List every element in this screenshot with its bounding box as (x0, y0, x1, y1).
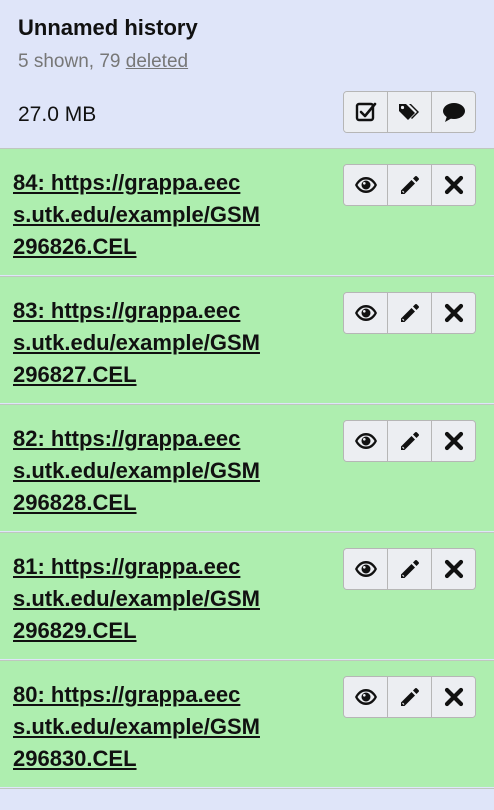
pencil-icon (400, 176, 419, 194)
deleted-link[interactable]: deleted (126, 51, 188, 72)
eye-icon (354, 433, 377, 449)
edit-attributes-button[interactable] (387, 549, 431, 589)
dataset-title-line-1: 83: https://grappa.eec (13, 298, 241, 323)
dataset-title-line-1: 80: https://grappa.eec (13, 682, 241, 707)
edit-attributes-button[interactable] (387, 677, 431, 717)
dataset-title-line-2: s.utk.edu/example/GSM (13, 330, 260, 355)
dataset-title-line-3: 296830.CEL (13, 746, 137, 771)
history-header: Unnamed history 5 shown, 79 deleted 27.0… (0, 0, 494, 148)
delete-icon (444, 175, 463, 195)
pencil-icon (400, 560, 419, 578)
edit-annotation-button[interactable] (431, 92, 475, 132)
dataset-title[interactable]: 81: https://grappa.eec s.utk.edu/example… (13, 551, 333, 647)
dataset-title-line-2: s.utk.edu/example/GSM (13, 202, 260, 227)
delete-dataset-button[interactable] (431, 165, 475, 205)
dataset-title[interactable]: 80: https://grappa.eec s.utk.edu/example… (13, 679, 333, 775)
dataset-item-84: 84: https://grappa.eec s.utk.edu/example… (0, 148, 494, 275)
dataset-item-80: 80: https://grappa.eec s.utk.edu/example… (0, 660, 494, 787)
edit-attributes-button[interactable] (387, 293, 431, 333)
comment-icon (442, 103, 465, 122)
eye-icon (354, 305, 377, 321)
dataset-title[interactable]: 84: https://grappa.eec s.utk.edu/example… (13, 167, 333, 263)
pencil-icon (400, 688, 419, 706)
delete-dataset-button[interactable] (431, 421, 475, 461)
eye-icon (354, 561, 377, 577)
pencil-icon (400, 304, 419, 322)
pencil-icon (400, 432, 419, 450)
delete-icon (444, 303, 463, 323)
delete-dataset-button[interactable] (431, 293, 475, 333)
dataset-title[interactable]: 83: https://grappa.eec s.utk.edu/example… (13, 295, 333, 391)
dataset-actions (343, 164, 476, 206)
dataset-title-line-3: 296828.CEL (13, 490, 137, 515)
dataset-actions (343, 420, 476, 462)
delete-dataset-button[interactable] (431, 677, 475, 717)
dataset-title-line-1: 82: https://grappa.eec (13, 426, 241, 451)
dataset-title-line-2: s.utk.edu/example/GSM (13, 714, 260, 739)
dataset-title-line-3: 296827.CEL (13, 362, 137, 387)
history-summary: 5 shown, 79 deleted (18, 51, 188, 73)
dataset-title-line-1: 81: https://grappa.eec (13, 554, 241, 579)
display-dataset-button[interactable] (344, 165, 387, 205)
dataset-title-line-3: 296826.CEL (13, 234, 137, 259)
delete-dataset-button[interactable] (431, 549, 475, 589)
history-size: 27.0 MB (18, 103, 97, 126)
dataset-title-line-1: 84: https://grappa.eec (13, 170, 241, 195)
dataset-title[interactable]: 82: https://grappa.eec s.utk.edu/example… (13, 423, 333, 519)
dataset-title-line-2: s.utk.edu/example/GSM (13, 586, 260, 611)
history-panel: Unnamed history 5 shown, 79 deleted 27.0… (0, 0, 494, 810)
dataset-item-82: 82: https://grappa.eec s.utk.edu/example… (0, 404, 494, 531)
dataset-item-81: 81: https://grappa.eec s.utk.edu/example… (0, 532, 494, 659)
dataset-actions (343, 548, 476, 590)
dataset-title-line-3: 296829.CEL (13, 618, 137, 643)
history-actions (343, 91, 476, 133)
checkbox-icon (355, 102, 376, 122)
history-name[interactable]: Unnamed history (18, 15, 198, 41)
dataset-actions (343, 676, 476, 718)
history-footer (0, 788, 494, 810)
shown-count-text: 5 shown, 79 (18, 51, 126, 72)
dataset-item-83: 83: https://grappa.eec s.utk.edu/example… (0, 276, 494, 403)
delete-icon (444, 559, 463, 579)
delete-icon (444, 431, 463, 451)
display-dataset-button[interactable] (344, 421, 387, 461)
display-dataset-button[interactable] (344, 293, 387, 333)
select-items-button[interactable] (344, 92, 387, 132)
display-dataset-button[interactable] (344, 677, 387, 717)
display-dataset-button[interactable] (344, 549, 387, 589)
edit-attributes-button[interactable] (387, 421, 431, 461)
dataset-actions (343, 292, 476, 334)
tags-icon (398, 104, 419, 120)
dataset-title-line-2: s.utk.edu/example/GSM (13, 458, 260, 483)
eye-icon (354, 177, 377, 193)
eye-icon (354, 689, 377, 705)
delete-icon (444, 687, 463, 707)
edit-tags-button[interactable] (387, 92, 431, 132)
edit-attributes-button[interactable] (387, 165, 431, 205)
